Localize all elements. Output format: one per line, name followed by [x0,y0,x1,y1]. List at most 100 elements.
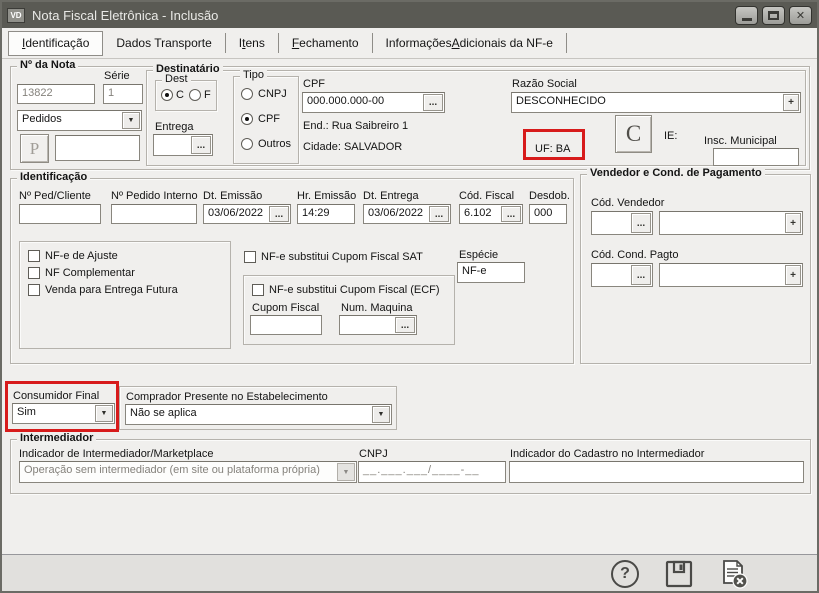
numero-nota-input[interactable]: 13822 [17,84,95,104]
save-button[interactable] [665,560,693,588]
serie-label: Série [104,70,130,82]
radio-tipo-cpf[interactable]: CPF [241,113,280,125]
cod-fiscal-lookup-button[interactable]: ... [501,206,521,222]
checkbox-nf-complementar-box[interactable] [28,267,40,279]
checkbox-venda-entrega-futura[interactable]: Venda para Entrega Futura [28,284,178,296]
flags-panel: NF-e de Ajuste NF Complementar Venda par… [19,241,231,349]
radio-dest-f-circle[interactable] [189,89,201,101]
razao-social-value: DESCONHECIDO [516,95,606,107]
serie-input[interactable]: 1 [103,84,143,104]
tab-informacoes-adicionais[interactable]: Informações Adicionais da NF-e [373,33,567,53]
tab-fechamento[interactable]: Fechamento [279,33,373,53]
cpf-value: 000.000.000-00 [307,95,384,107]
ecf-panel: NF-e substitui Cupom Fiscal (ECF) Cupom … [243,275,455,345]
radio-dest-c-label: C [176,89,184,101]
razao-social-input[interactable]: DESCONHECIDO + [511,92,801,113]
cancel-document-button[interactable] [717,558,749,590]
minimize-icon [742,18,752,21]
entrega-lookup-button[interactable]: ... [191,136,211,154]
group-intermediador: Intermediador Indicador de Intermediador… [10,439,811,494]
pedido-interno-label: Nº Pedido Interno [111,190,198,202]
cupom-fiscal-input[interactable] [250,315,322,335]
p-aux-input[interactable] [55,135,140,161]
nfe-inclusao-window: VD Nota Fiscal Eletrônica - Inclusão ✕ I… [0,0,819,593]
maximize-button[interactable] [762,6,785,25]
c-button[interactable]: C [615,115,652,153]
chevron-down-icon[interactable]: ▼ [372,406,390,423]
checkbox-nfe-ajuste[interactable]: NF-e de Ajuste [28,250,118,262]
especie-label: Espécie [459,249,498,261]
group-intermediador-title: Intermediador [17,432,96,444]
dt-entrega-value: 03/06/2022 [368,207,423,219]
nome-vendedor-add-button[interactable]: + [785,213,801,233]
radio-tipo-cnpj-label: CNPJ [258,88,287,100]
checkbox-venda-entrega-futura-box[interactable] [28,284,40,296]
maximize-icon [768,11,779,20]
dt-emissao-calendar-button[interactable]: ... [269,206,289,222]
entrega-input[interactable]: ... [153,134,213,156]
desdob-input[interactable]: 000 [529,204,567,224]
checkbox-substitui-sat[interactable]: NF-e substitui Cupom Fiscal SAT [244,251,423,263]
close-button[interactable]: ✕ [789,6,812,25]
tab-itens[interactable]: Itens [226,33,279,53]
minimize-button[interactable] [735,6,758,25]
num-maquina-lookup-button[interactable]: ... [395,317,415,333]
p-button[interactable]: P [20,134,49,163]
nome-cond-pagto-input[interactable]: + [659,263,803,287]
radio-tipo-outros[interactable]: Outros [241,138,291,150]
pedido-interno-input[interactable] [111,204,197,224]
num-maquina-input[interactable]: ... [339,315,417,335]
radio-dest-c[interactable]: C [161,89,184,101]
cod-fiscal-input[interactable]: 6.102 ... [459,204,523,224]
radio-tipo-outros-label: Outros [258,138,291,150]
hr-emissao-input[interactable]: 14:29 [297,204,355,224]
checkbox-nf-complementar-label: NF Complementar [45,267,135,279]
radio-tipo-cpf-circle[interactable] [241,113,253,125]
checkbox-nfe-ajuste-box[interactable] [28,250,40,262]
dt-emissao-value: 03/06/2022 [208,207,263,219]
chevron-down-icon[interactable]: ▼ [122,112,140,129]
radio-dest-f[interactable]: F [189,89,211,101]
radio-dest-c-circle[interactable] [161,89,173,101]
indicador-marketplace-label: Indicador de Intermediador/Marketplace [19,448,213,460]
cod-cond-pagto-lookup-button[interactable]: ... [631,265,651,285]
especie-input[interactable]: NF-e [457,262,525,283]
checkbox-substitui-ecf[interactable]: NF-e substitui Cupom Fiscal (ECF) [252,284,440,296]
checkbox-nf-complementar[interactable]: NF Complementar [28,267,135,279]
radio-tipo-cnpj-circle[interactable] [241,88,253,100]
cpf-lookup-button[interactable]: ... [423,94,443,111]
dt-entrega-input[interactable]: 03/06/2022 ... [363,204,451,224]
num-maquina-label: Num. Maquina [341,302,413,314]
nome-vendedor-input[interactable]: + [659,211,803,235]
nome-cond-pagto-add-button[interactable]: + [785,265,801,285]
indicador-marketplace-combobox[interactable]: Operação sem intermediador (em site ou p… [19,461,357,483]
tab-identificacao[interactable]: Identificação [8,31,103,56]
radio-tipo-outros-circle[interactable] [241,138,253,150]
ped-cliente-input[interactable] [19,204,101,224]
intermediador-cnpj-input[interactable]: __.___.___/____-__ [358,461,506,483]
endereco-text: End.: Rua Saibreiro 1 [303,120,408,132]
origem-combobox[interactable]: Pedidos ▼ [17,110,142,131]
dt-entrega-calendar-button[interactable]: ... [429,206,449,222]
origem-combobox-value: Pedidos [22,113,62,125]
razao-social-add-button[interactable]: + [783,94,799,111]
checkbox-venda-entrega-futura-label: Venda para Entrega Futura [45,284,178,296]
help-button[interactable]: ? [611,560,639,588]
insc-municipal-label: Insc. Municipal [704,135,777,147]
consumidor-final-combobox[interactable]: Sim ▼ [12,403,115,424]
comprador-presente-combobox[interactable]: Não se aplica ▼ [125,404,392,425]
radio-tipo-cnpj[interactable]: CNPJ [241,88,287,100]
cadastro-intermediador-input[interactable] [509,461,804,483]
insc-municipal-input[interactable] [713,148,799,166]
cod-vendedor-input[interactable]: ... [591,211,653,235]
tab-dados-transporte[interactable]: Dados Transporte [103,33,225,53]
cod-cond-pagto-input[interactable]: ... [591,263,653,287]
checkbox-substitui-ecf-box[interactable] [252,284,264,296]
cpf-input[interactable]: 000.000.000-00 ... [302,92,445,113]
chevron-down-icon[interactable]: ▼ [95,405,113,422]
intermediador-cnpj-label: CNPJ [359,448,388,460]
checkbox-substitui-sat-box[interactable] [244,251,256,263]
razao-social-label: Razão Social [512,78,577,90]
cod-vendedor-lookup-button[interactable]: ... [631,213,651,233]
dt-emissao-input[interactable]: 03/06/2022 ... [203,204,291,224]
